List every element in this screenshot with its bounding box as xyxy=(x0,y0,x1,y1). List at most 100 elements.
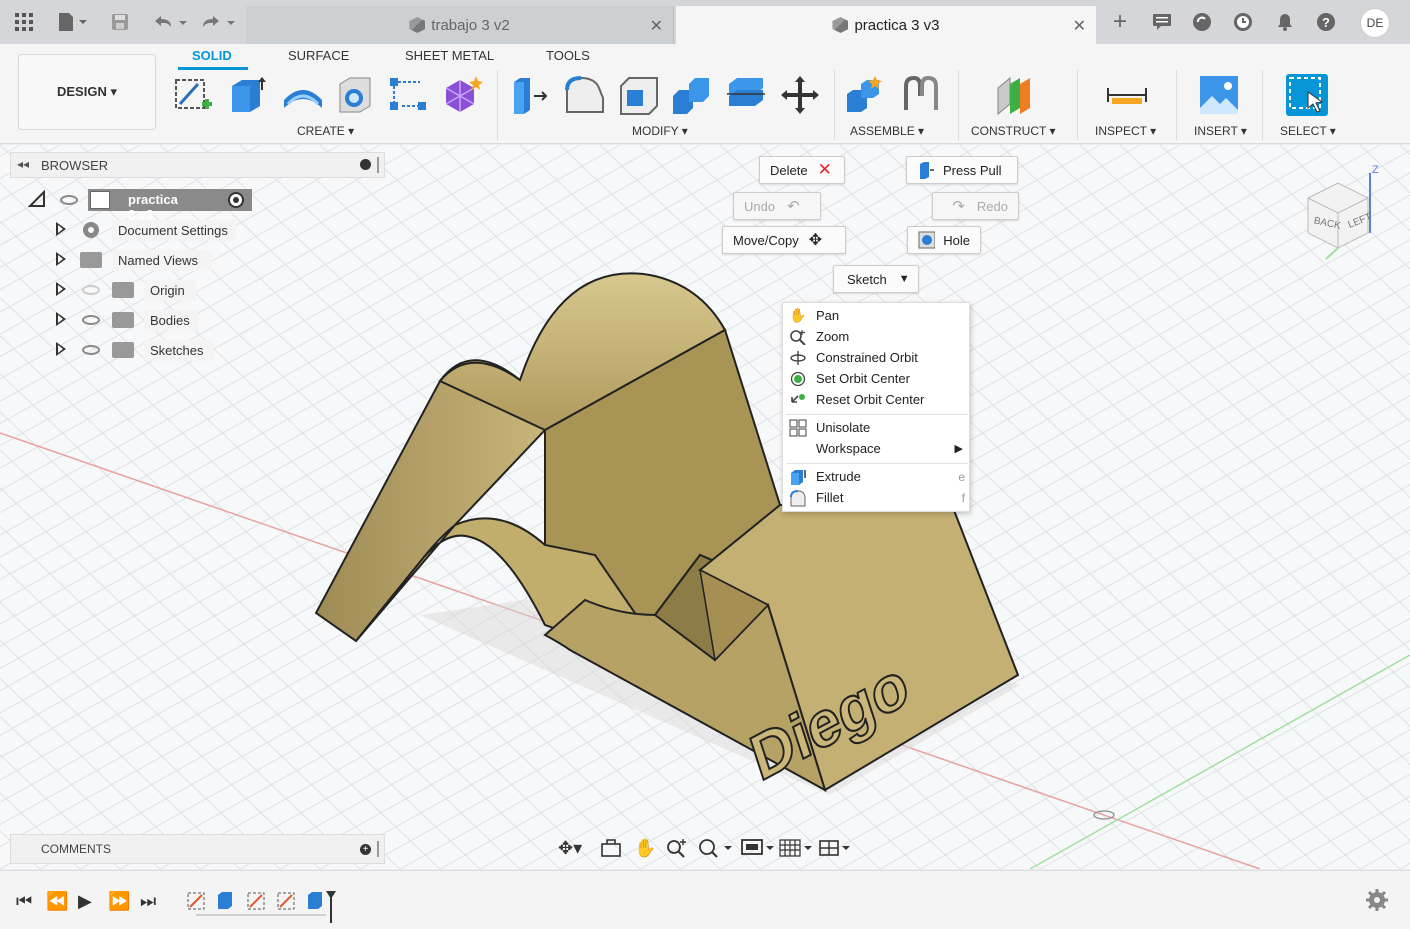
undo-icon[interactable] xyxy=(150,10,190,34)
form-icon[interactable] xyxy=(442,74,484,116)
assemble-group-label[interactable]: ASSEMBLE ▾ xyxy=(850,124,924,138)
reset-icon xyxy=(789,392,807,408)
play-icon[interactable]: ▶ xyxy=(78,891,92,912)
save-icon[interactable] xyxy=(108,10,132,34)
browser-panel-header[interactable]: ◂◂ BROWSER xyxy=(10,152,385,178)
shell-icon[interactable] xyxy=(617,74,659,116)
insert-group-label[interactable]: INSERT ▾ xyxy=(1194,124,1247,138)
timeline-features[interactable] xyxy=(186,889,346,923)
sweep-icon[interactable] xyxy=(334,74,376,116)
hole-icon xyxy=(918,231,936,249)
combine-icon[interactable] xyxy=(671,74,713,116)
menu-item-set-orbit-center[interactable]: Set Orbit Center xyxy=(783,368,971,389)
tab-practica[interactable]: practica 3 v3 ✕ xyxy=(676,6,1096,44)
new-component-icon[interactable] xyxy=(845,74,887,116)
close-icon[interactable]: ✕ xyxy=(650,16,663,36)
move-icon[interactable] xyxy=(779,74,821,116)
expand-arrow-icon[interactable] xyxy=(56,282,66,296)
sketch-dropdown[interactable]: Sketch ▼ xyxy=(833,265,919,293)
go-to-start-icon[interactable]: ⏮ xyxy=(16,891,32,912)
joint-icon[interactable] xyxy=(900,74,942,116)
comments-panel-header[interactable]: COMMENTS + xyxy=(10,834,385,864)
menu-item-constrained-orbit[interactable]: Constrained Orbit xyxy=(783,347,971,368)
redo-button[interactable]: ↷ Redo xyxy=(932,192,1019,220)
file-icon[interactable] xyxy=(54,10,90,34)
redo-icon[interactable] xyxy=(198,10,238,34)
menu-item-fillet[interactable]: Fillet f xyxy=(783,487,971,508)
grid-settings-icon[interactable] xyxy=(778,838,814,863)
expand-arrow-icon[interactable] xyxy=(56,252,66,266)
svg-text:?: ? xyxy=(1322,15,1330,30)
construct-group-label[interactable]: CONSTRUCT ▾ xyxy=(971,124,1055,138)
orbit-nav-icon[interactable]: ✥▾ xyxy=(558,838,582,859)
menu-item-unisolate[interactable]: Unisolate xyxy=(783,417,971,438)
step-forward-icon[interactable]: ⏩ xyxy=(108,891,130,912)
browser-options-icon[interactable] xyxy=(360,159,371,170)
modify-group-label[interactable]: MODIFY ▾ xyxy=(632,124,688,138)
display-settings-icon[interactable] xyxy=(740,838,776,863)
loft-icon[interactable] xyxy=(388,74,430,116)
measure-icon[interactable] xyxy=(1106,74,1148,116)
split-body-icon[interactable] xyxy=(725,74,767,116)
workspace-button[interactable]: DESIGN ▾ xyxy=(18,54,156,130)
close-icon[interactable]: ✕ xyxy=(1073,16,1086,36)
menu-item-extrude[interactable]: Extrude e xyxy=(783,466,971,487)
tab-surface[interactable]: SURFACE xyxy=(288,48,349,63)
view-cube[interactable]: BACK LEFT Z xyxy=(1296,163,1386,263)
visibility-icon[interactable] xyxy=(82,315,100,325)
insert-image-icon[interactable] xyxy=(1198,74,1240,116)
select-group-label[interactable]: SELECT ▾ xyxy=(1280,124,1336,138)
step-back-icon[interactable]: ⏪ xyxy=(46,891,68,912)
timeline-sketch-icon xyxy=(187,892,205,910)
undo-button[interactable]: Undo ↶ xyxy=(733,192,821,220)
press-pull-icon[interactable] xyxy=(508,74,550,116)
extrude-icon[interactable] xyxy=(228,74,270,116)
hole-button[interactable]: Hole xyxy=(907,226,981,254)
fillet-icon[interactable] xyxy=(563,74,605,116)
hidden-visibility-icon[interactable] xyxy=(82,285,100,295)
tab-solid[interactable]: SOLID xyxy=(192,48,232,63)
help-icon[interactable]: ? xyxy=(1314,10,1338,34)
add-comment-icon[interactable]: + xyxy=(360,844,371,855)
offset-plane-icon[interactable] xyxy=(994,74,1036,116)
folder-icon xyxy=(112,282,134,298)
avatar[interactable]: DE xyxy=(1360,8,1390,38)
fit-icon[interactable] xyxy=(698,838,734,863)
press-pull-button[interactable]: Press Pull xyxy=(906,156,1018,184)
menu-item-pan[interactable]: ✋ Pan xyxy=(783,305,971,326)
sync-icon[interactable] xyxy=(1190,10,1214,34)
pan-icon[interactable]: ✋ xyxy=(634,838,656,859)
visibility-icon[interactable] xyxy=(82,345,100,355)
menu-item-reset-orbit-center[interactable]: Reset Orbit Center xyxy=(783,389,971,410)
look-at-icon[interactable] xyxy=(600,838,622,863)
expand-arrow-icon[interactable] xyxy=(56,342,66,356)
revolve-icon[interactable] xyxy=(282,74,324,116)
delete-button[interactable]: Delete ✕ xyxy=(759,156,845,184)
move-copy-button[interactable]: Move/Copy ✥ xyxy=(722,226,846,254)
create-sketch-icon[interactable] xyxy=(172,74,214,116)
zoom-nav-icon[interactable] xyxy=(666,838,688,863)
chat-icon[interactable] xyxy=(1150,10,1174,34)
collapse-icon[interactable]: ◂◂ xyxy=(17,157,29,171)
create-group-label[interactable]: CREATE ▾ xyxy=(297,124,354,138)
tab-trabajo[interactable]: trabajo 3 v2 ✕ xyxy=(246,6,674,44)
app-grid-icon[interactable] xyxy=(12,10,36,34)
activate-radio-icon[interactable] xyxy=(228,192,244,208)
menu-item-zoom[interactable]: Zoom xyxy=(783,326,971,347)
history-icon[interactable] xyxy=(1231,10,1255,34)
menu-item-workspace[interactable]: Workspace ▶ xyxy=(783,438,971,459)
expand-arrow-icon[interactable] xyxy=(56,222,66,236)
bell-icon[interactable] xyxy=(1273,10,1297,34)
viewports-icon[interactable] xyxy=(818,838,854,863)
delete-label: Delete xyxy=(770,162,808,178)
tab-tools[interactable]: TOOLS xyxy=(546,48,590,63)
inspect-group-label[interactable]: INSPECT ▾ xyxy=(1095,124,1156,138)
select-icon[interactable] xyxy=(1286,74,1328,116)
settings-gear-icon[interactable] xyxy=(1366,889,1388,914)
new-tab-icon[interactable]: + xyxy=(1106,8,1134,35)
tab-sheet-metal[interactable]: SHEET METAL xyxy=(405,48,494,63)
expand-arrow-icon[interactable] xyxy=(56,312,66,326)
visibility-icon[interactable] xyxy=(60,195,78,205)
orbit-icon xyxy=(789,350,807,366)
go-to-end-icon[interactable]: ⏭ xyxy=(140,891,156,912)
